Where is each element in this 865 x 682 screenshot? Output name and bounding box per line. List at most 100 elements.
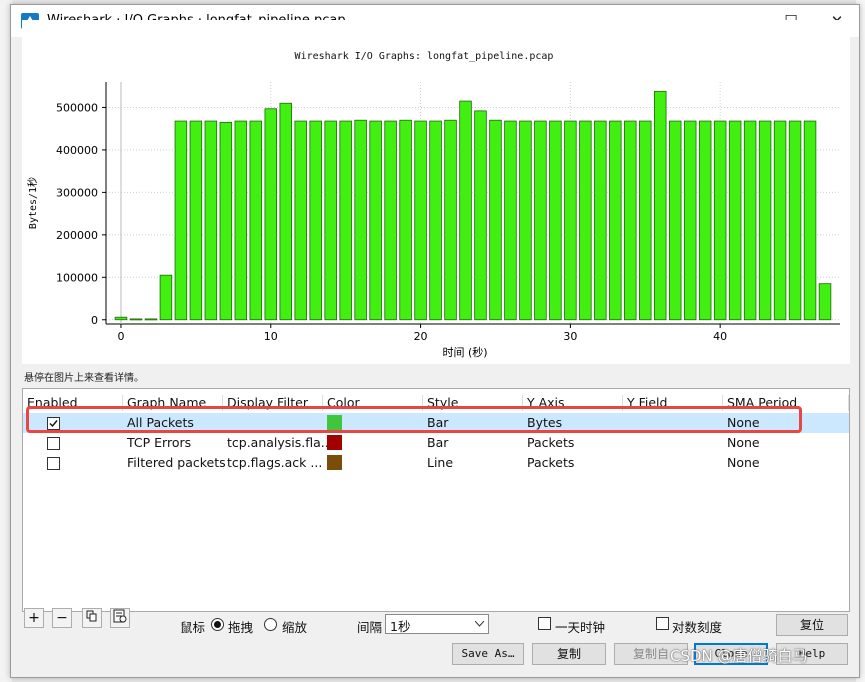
x-tick-label: 20 [414, 330, 428, 343]
copy-icon [86, 610, 97, 622]
x-tick-label: 0 [117, 330, 124, 343]
bar [249, 120, 263, 321]
bar [369, 120, 382, 321]
interval-label: 间隔 [357, 620, 383, 635]
bar [294, 120, 307, 321]
bar [654, 90, 667, 321]
bar [713, 120, 727, 321]
bar [264, 108, 278, 321]
color-swatch[interactable] [327, 455, 342, 470]
y-tick-label: 100000 [56, 271, 98, 284]
chevron-down-icon [475, 621, 484, 627]
bar [639, 120, 652, 321]
cell-style: Line [427, 455, 454, 470]
bar [504, 120, 517, 321]
cell-filter: tcp.flags.ack ... [227, 455, 323, 470]
cell-filter: tcp.analysis.fla... [227, 435, 333, 450]
bar [414, 120, 427, 321]
bar [594, 120, 607, 321]
cell-sma: None [727, 435, 760, 450]
annotation-highlight-box [26, 406, 802, 433]
bar [354, 119, 367, 321]
x-tick-label: 10 [264, 330, 278, 343]
bar [234, 120, 248, 321]
table-row[interactable]: TCP Errors tcp.analysis.fla... Bar Packets N… [23, 433, 849, 453]
clear-graphs-button[interactable] [110, 608, 130, 628]
clear-icon [113, 609, 127, 623]
bar [219, 121, 233, 321]
drag-radio[interactable] [211, 618, 224, 631]
interval-value: 1秒 [390, 619, 411, 634]
bar [279, 102, 292, 321]
bar [444, 119, 457, 321]
bar [489, 119, 502, 321]
bar [384, 120, 397, 321]
drag-label[interactable]: 拖拽 [228, 617, 253, 636]
time-of-day-checkbox[interactable] [538, 617, 551, 630]
bar [429, 120, 442, 321]
bar [144, 318, 158, 321]
bar [579, 120, 592, 321]
chart-panel: 0 10 20 30 40 0 100000 200000 300000 400000 500000… [22, 20, 850, 364]
bar [204, 120, 218, 321]
zoom-label[interactable]: 缩放 [282, 617, 307, 636]
bar [698, 120, 712, 321]
y-axis-title: Bytes/1秒 [26, 177, 39, 229]
enabled-checkbox[interactable] [47, 437, 60, 450]
io-graph-chart[interactable]: 0 10 20 30 40 0 100000 200000 300000 400000 500000… [22, 20, 850, 364]
cell-y-axis: Packets [527, 455, 575, 470]
color-swatch[interactable] [327, 435, 342, 450]
copy-graph-button[interactable] [82, 608, 102, 628]
x-tick-label: 40 [713, 330, 727, 343]
bar [773, 120, 787, 321]
y-tick-label: 500000 [56, 101, 98, 114]
bar [159, 274, 173, 321]
bar [803, 120, 817, 321]
enabled-checkbox[interactable] [47, 457, 60, 470]
log-scale-checkbox[interactable] [656, 617, 669, 630]
log-scale-label[interactable]: 对数刻度 [672, 617, 722, 636]
cell-y-axis: Packets [527, 435, 575, 450]
cell-name: Filtered packets [127, 455, 226, 470]
bar [309, 120, 322, 321]
remove-graph-button[interactable]: − [52, 608, 72, 628]
bar [564, 120, 577, 321]
bar [758, 120, 772, 321]
bar [174, 120, 188, 321]
chart-title: Wireshark I/O Graphs: longfat_pipeline.p… [294, 51, 554, 62]
cell-style: Bar [427, 435, 449, 450]
hover-hint: 悬停在图片上来查看详情。 [24, 373, 144, 384]
bar [788, 120, 802, 321]
zoom-radio[interactable] [264, 618, 277, 631]
watermark: CSDN @唐僧骑白马 [670, 647, 808, 665]
bar [189, 120, 203, 321]
interval-select[interactable]: 1秒 [385, 614, 489, 634]
table-row[interactable]: Filtered packets tcp.flags.ack ... Line Pac… [23, 453, 849, 473]
mouse-mode-label: 鼠标 [180, 620, 206, 635]
add-graph-button[interactable]: + [24, 608, 44, 628]
bar [534, 120, 547, 321]
copy-button[interactable]: 复制 [532, 643, 606, 665]
y-tick-label: 200000 [56, 229, 98, 242]
time-of-day-label[interactable]: 一天时钟 [555, 617, 605, 636]
bar [549, 120, 562, 321]
bar [399, 119, 412, 321]
bar [519, 120, 532, 321]
y-tick-label: 0 [91, 314, 98, 327]
save-as-button[interactable]: Save As… [452, 643, 524, 665]
x-tick-label: 30 [563, 330, 577, 343]
bar [818, 283, 832, 321]
bar [743, 120, 757, 321]
x-axis-title: 时间 (秒) [442, 345, 487, 359]
bar [474, 110, 487, 321]
bar [683, 120, 697, 321]
y-tick-label: 300000 [56, 186, 98, 199]
bar [459, 100, 472, 321]
bar [324, 120, 337, 321]
bar [129, 318, 143, 321]
bar [609, 120, 622, 321]
reset-button[interactable]: 复位 [776, 614, 848, 636]
cell-name: TCP Errors [127, 435, 192, 450]
bar [624, 120, 637, 321]
bar [728, 120, 742, 321]
